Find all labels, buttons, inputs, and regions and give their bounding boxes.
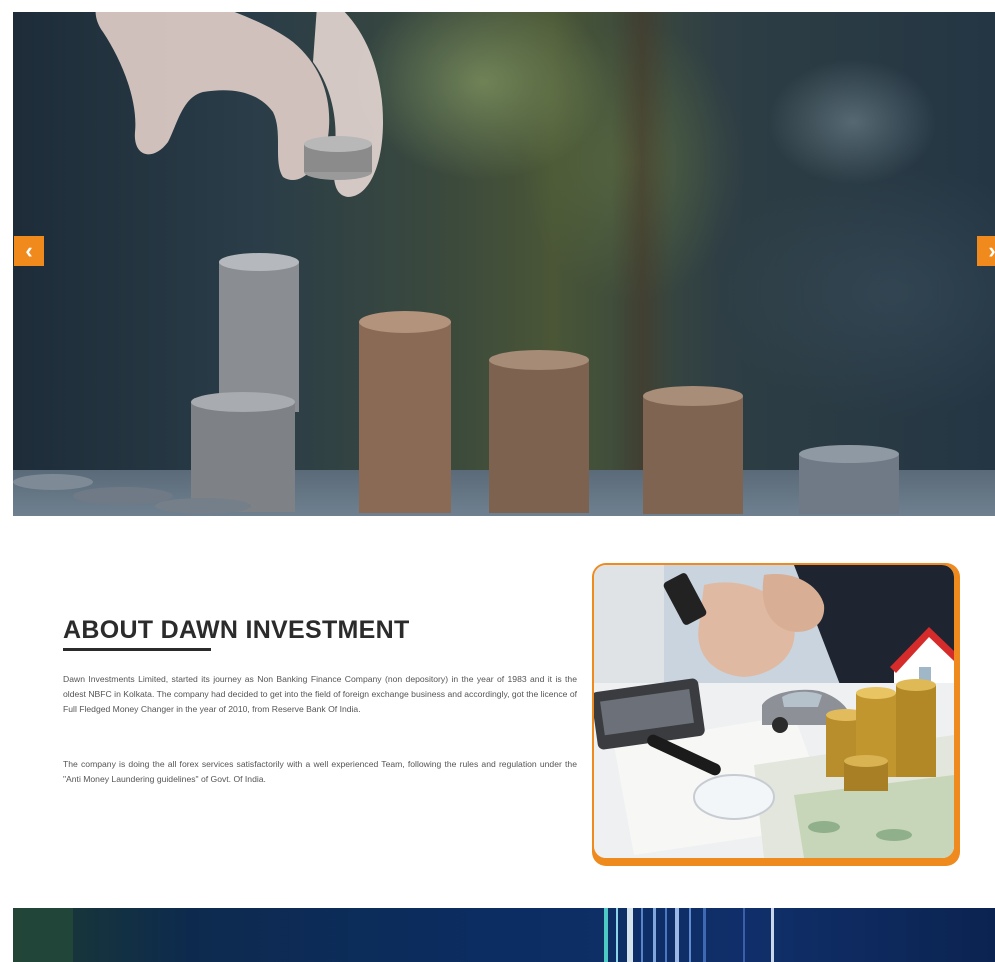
chevron-right-icon: ›	[988, 238, 995, 263]
hero-slider	[13, 12, 995, 516]
about-paragraph-1: Dawn Investments Limited, started its jo…	[63, 674, 577, 714]
coin-stack-4	[643, 386, 743, 514]
coin-stack-2	[359, 311, 451, 513]
heading-underline	[63, 648, 211, 651]
coin-stack-3	[489, 350, 589, 513]
banner-graphic	[13, 908, 774, 962]
finance-desk-illustration	[594, 565, 954, 858]
slider-prev-button[interactable]: ‹	[14, 236, 44, 266]
hand-image	[95, 12, 383, 197]
scattered-coins	[13, 474, 251, 514]
bottom-banner	[13, 908, 995, 962]
about-heading: ABOUT DAWN INVESTMENT	[63, 616, 410, 644]
slider-next-button[interactable]: ›	[977, 236, 995, 266]
coin-stack-5	[799, 445, 899, 514]
chevron-left-icon: ‹	[25, 238, 33, 263]
about-paragraph-2: The company is doing the all forex servi…	[63, 759, 577, 784]
about-image	[594, 565, 954, 858]
